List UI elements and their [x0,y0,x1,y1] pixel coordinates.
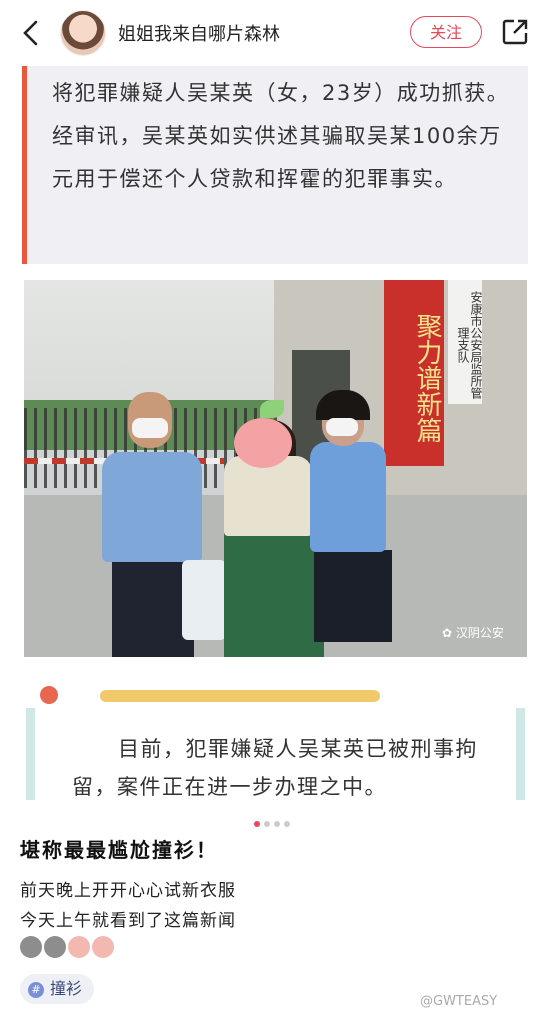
decor-line [100,690,380,702]
grey-face-emoji-icon [44,936,66,958]
carousel-dot[interactable] [284,821,290,827]
peach-sticker-icon [234,418,292,468]
carousel-indicator[interactable] [254,812,294,831]
emoji-row [20,936,116,958]
hashtag-icon: # [28,981,44,998]
news-photo[interactable]: 聚力谱新篇 安康市公安局监所管理支队 ✿ 汉阴公安 [24,280,527,657]
officer-right [310,442,386,552]
carousel-dot[interactable] [254,821,260,827]
article-excerpt-top: 将犯罪嫌疑人吴某英（女，23岁）成功抓获。经审讯，吴某英如实供述其骗取吴某100… [22,66,528,264]
corner-watermark: @GWTEASY [420,994,498,1009]
back-arrow-icon[interactable] [16,18,46,48]
white-sign: 安康市公安局监所管理支队 [448,280,483,404]
red-banner: 聚力谱新篇 [384,280,444,466]
username[interactable]: 姐姐我来自哪片森林 [118,20,280,46]
article-text-bottom: 目前，犯罪嫌疑人吴某英已被刑事拘留，案件正在进一步办理之中。 [72,737,478,799]
wechat-icon: ✿ [442,626,453,640]
follow-button[interactable]: 关注 [410,16,482,48]
post-line: 今天上午就看到了这篇新闻 [20,911,236,931]
topic-tag[interactable]: # 撞衫 [20,974,95,1004]
grey-face-emoji-icon [20,936,42,958]
accent-bar [22,66,27,264]
photo-watermark: ✿ 汉阴公安 [442,626,504,640]
top-bar: 姐姐我来自哪片森林 关注 [0,0,550,66]
carousel-dot[interactable] [264,821,270,827]
crying-face-emoji-icon [68,936,90,958]
carousel-dot[interactable] [274,821,280,827]
officer-left [102,452,202,562]
share-icon[interactable] [500,17,530,47]
crying-face-emoji-icon [92,936,114,958]
article-text-top: 将犯罪嫌疑人吴某英（女，23岁）成功抓获。经审讯，吴某英如实供述其骗取吴某100… [52,81,510,191]
avatar[interactable] [60,10,106,56]
decor-dot [40,686,58,704]
post-title: 堪称最最尴尬撞衫！ [20,838,218,862]
suspect-figure [224,456,312,536]
article-excerpt-bottom: 目前，犯罪嫌疑人吴某英已被刑事拘留，案件正在进一步办理之中。 [22,678,528,806]
post-line: 前天晚上开开心心试新衣服 [20,881,236,901]
